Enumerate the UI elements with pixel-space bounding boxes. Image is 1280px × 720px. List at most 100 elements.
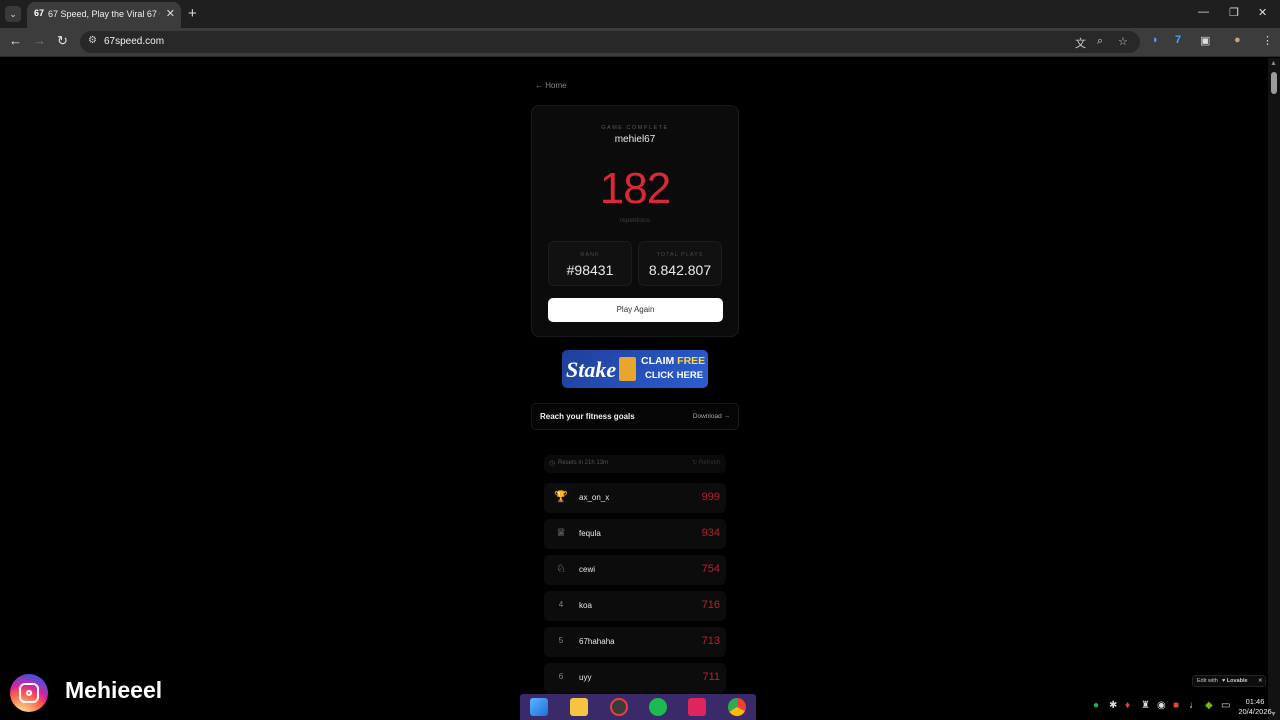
zoom-icon[interactable]: ⌕ xyxy=(1097,35,1103,48)
network-icon[interactable]: ▭ xyxy=(1221,700,1230,711)
edit-badge-prefix: Edit with xyxy=(1197,678,1218,684)
tab-title: 67 Speed, Play the Viral 67 Game xyxy=(48,9,160,19)
game-complete-label: GAME COMPLETE xyxy=(601,125,669,131)
fitness-banner[interactable]: Reach your fitness goals Download → xyxy=(531,403,739,430)
tab-close-icon[interactable]: ✕ xyxy=(166,7,175,20)
score-unit: repetitions xyxy=(620,217,650,224)
score-value: 182 xyxy=(599,164,671,213)
player-score: 999 xyxy=(701,491,720,503)
leaderboard-row: 4 koa 716 xyxy=(544,591,726,621)
rank-value: #98431 xyxy=(566,262,614,278)
award-icon: ♘ xyxy=(556,563,566,575)
reset-timer: Resets in 21h 13m xyxy=(558,460,609,466)
app-icon[interactable] xyxy=(688,698,706,716)
total-plays-stat: TOTAL PLAYS 8.842.807 xyxy=(638,241,722,286)
leaderboard-row: 🏆 ax_on_x 999 xyxy=(544,483,726,513)
reload-icon[interactable]: ↻ xyxy=(57,33,68,49)
player-name: cewi xyxy=(579,565,596,574)
spotify-tray-icon[interactable]: ● xyxy=(1093,700,1099,711)
windows-start-icon[interactable] xyxy=(530,698,548,716)
player-score: 713 xyxy=(701,635,720,647)
rank-number: 6 xyxy=(558,672,564,681)
scrollbar[interactable]: ▲ ▼ xyxy=(1268,58,1280,720)
instagram-icon xyxy=(10,674,48,712)
tray-icon[interactable]: ✱ xyxy=(1109,700,1117,711)
stake-logo: Stake xyxy=(566,357,617,382)
username: mehiel67 xyxy=(614,134,656,145)
refresh-button[interactable]: ↻ Refresh xyxy=(692,459,720,466)
total-plays-label: TOTAL PLAYS xyxy=(656,252,704,258)
leaderboard-row: ♕ fequla 934 xyxy=(544,519,726,549)
rank-stat: RANK #98431 xyxy=(548,241,632,286)
taskbar-clock[interactable]: 01:46 20/4/2026 xyxy=(1233,697,1277,717)
file-explorer-icon[interactable] xyxy=(570,698,588,716)
player-score: 716 xyxy=(701,599,720,611)
active-tab[interactable]: 67 67 Speed, Play the Viral 67 Game ✕ xyxy=(27,2,181,28)
record-icon[interactable]: ■ xyxy=(1173,700,1179,711)
minimize-icon[interactable]: — xyxy=(1198,6,1209,18)
rank-number: 5 xyxy=(558,636,564,645)
total-plays-value: 8.842.807 xyxy=(648,262,712,278)
rank-number: 4 xyxy=(558,600,564,609)
trophy-icon: 🏆 xyxy=(554,491,568,503)
stake-ad-banner[interactable]: Stake CLAIM FREE $35 CLICK HERE xyxy=(562,350,708,388)
spotify-icon[interactable] xyxy=(649,698,667,716)
clock-date: 20/4/2026 xyxy=(1238,707,1272,716)
extension-icon[interactable]: ◗ xyxy=(1152,34,1159,46)
scrollbar-thumb[interactable] xyxy=(1271,72,1277,94)
site-info-icon[interactable]: ⚙ xyxy=(88,35,97,46)
leaderboard-row: 5 67hahaha 713 xyxy=(544,627,726,657)
stake-claim-text: CLAIM FREE $35 xyxy=(641,355,708,367)
restore-icon[interactable]: ❐ xyxy=(1229,6,1239,19)
clock-icon: ◷ xyxy=(549,460,556,467)
address-bar[interactable]: ⚙ 67speed.com 文 ⌕ ☆ xyxy=(80,31,1140,53)
scroll-up-icon[interactable]: ▲ xyxy=(1270,60,1277,67)
leaderboard-row: 6 uyy 711 xyxy=(544,663,726,693)
clock-time: 01:46 xyxy=(1245,697,1265,706)
player-score: 754 xyxy=(701,563,720,575)
leaderboard-row: ♘ cewi 754 xyxy=(544,555,726,585)
browser-toolbar: ← → ↻ ⚙ 67speed.com 文 ⌕ ☆ ◗ 7 ▣ ● ⋮ xyxy=(0,28,1280,57)
medal-icon: ♕ xyxy=(556,527,566,539)
player-score: 934 xyxy=(701,527,720,539)
app-icon[interactable] xyxy=(610,698,628,716)
player-name: fequla xyxy=(579,529,601,538)
url-text: 67speed.com xyxy=(104,36,165,47)
profile-avatar[interactable]: ● xyxy=(1234,34,1241,46)
edit-badge-brand: ♥ Lovable xyxy=(1222,678,1248,684)
forward-icon[interactable]: → xyxy=(33,33,46,48)
home-link[interactable]: ← Home xyxy=(535,81,567,90)
rank-label: RANK xyxy=(580,252,600,258)
extension-icon[interactable]: 7 xyxy=(1175,34,1181,46)
close-window-icon[interactable]: ✕ xyxy=(1258,6,1267,19)
bookmark-star-icon[interactable]: ☆ xyxy=(1118,35,1128,48)
tray-icon[interactable]: ♜ xyxy=(1141,700,1150,711)
leaderboard-reset-bar: ◷ Resets in 21h 13m ↻ Refresh xyxy=(544,455,726,473)
player-score: 711 xyxy=(702,671,720,683)
player-name: 67hahaha xyxy=(579,637,615,646)
tray-icon[interactable]: ◉ xyxy=(1157,700,1166,711)
play-again-button[interactable]: Play Again xyxy=(548,298,723,322)
page-viewport: ← Home GAME COMPLETE mehiel67 182 repeti… xyxy=(0,58,1268,720)
extensions-puzzle-icon[interactable]: ▣ xyxy=(1200,34,1210,47)
tab-search-icon[interactable]: ⌄ xyxy=(5,6,21,22)
stake-cta: CLICK HERE xyxy=(645,370,704,381)
new-tab-icon[interactable]: + xyxy=(188,5,197,22)
download-link[interactable]: Download → xyxy=(693,413,730,420)
close-icon[interactable]: ✕ xyxy=(1258,678,1263,684)
microphone-icon[interactable]: ♩ xyxy=(1189,700,1199,711)
instagram-handle: Mehieeel xyxy=(65,677,163,703)
player-name: ax_on_x xyxy=(579,493,610,502)
menu-dots-icon[interactable]: ⋮ xyxy=(1262,34,1273,47)
chrome-icon[interactable] xyxy=(728,698,746,716)
taskbar xyxy=(520,694,756,720)
edit-with-lovable-badge[interactable]: Edit with ♥ Lovable ✕ xyxy=(1192,675,1266,687)
tray-icon[interactable]: ♦ xyxy=(1125,700,1130,711)
result-card: GAME COMPLETE mehiel67 182 repetitions R… xyxy=(531,105,739,337)
player-name: uyy xyxy=(579,673,592,682)
back-icon[interactable]: ← xyxy=(9,33,22,48)
fitness-text: Reach your fitness goals xyxy=(540,412,635,421)
player-name: koa xyxy=(579,601,592,610)
nvidia-icon[interactable]: ◆ xyxy=(1205,700,1213,711)
translate-icon[interactable]: 文 xyxy=(1075,35,1086,51)
